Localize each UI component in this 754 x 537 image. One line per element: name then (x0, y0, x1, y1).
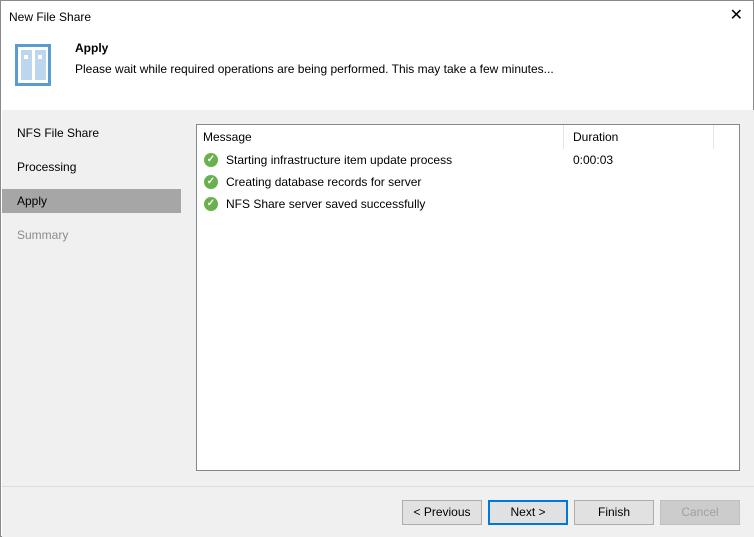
next-button[interactable]: Next > (488, 500, 568, 525)
new-file-share-window: New File Share ✕ Apply Please wait while… (0, 0, 754, 537)
window-title: New File Share (9, 10, 92, 24)
step-apply[interactable]: Apply (2, 189, 181, 213)
file-share-icon (15, 44, 51, 86)
log-duration: 0:00:03 (573, 153, 614, 167)
step-summary: Summary (17, 228, 69, 242)
success-check-icon: ✓ (204, 175, 218, 189)
log-row: ✓ NFS Share server saved successfully (204, 194, 425, 214)
log-list[interactable]: Message Duration ✓ Starting infrastructur… (196, 124, 740, 471)
log-row: ✓ Starting infrastructure item update pro… (204, 150, 452, 170)
wizard-steps: NFS File Share Processing Apply Summary (2, 110, 182, 486)
page-title: Apply (75, 41, 109, 55)
success-check-icon: ✓ (204, 197, 218, 211)
step-nfs-file-share[interactable]: NFS File Share (2, 121, 181, 145)
previous-button[interactable]: < Previous (402, 500, 482, 525)
page-subtitle: Please wait while required operations ar… (75, 62, 554, 76)
cancel-button: Cancel (660, 500, 740, 525)
column-duration[interactable]: Duration (564, 125, 714, 149)
success-check-icon: ✓ (204, 153, 218, 167)
log-row: ✓ Creating database records for server (204, 172, 421, 192)
step-processing[interactable]: Processing (2, 155, 181, 179)
close-icon[interactable]: ✕ (730, 5, 743, 25)
column-message[interactable]: Message (197, 125, 564, 149)
finish-button[interactable]: Finish (574, 500, 654, 525)
